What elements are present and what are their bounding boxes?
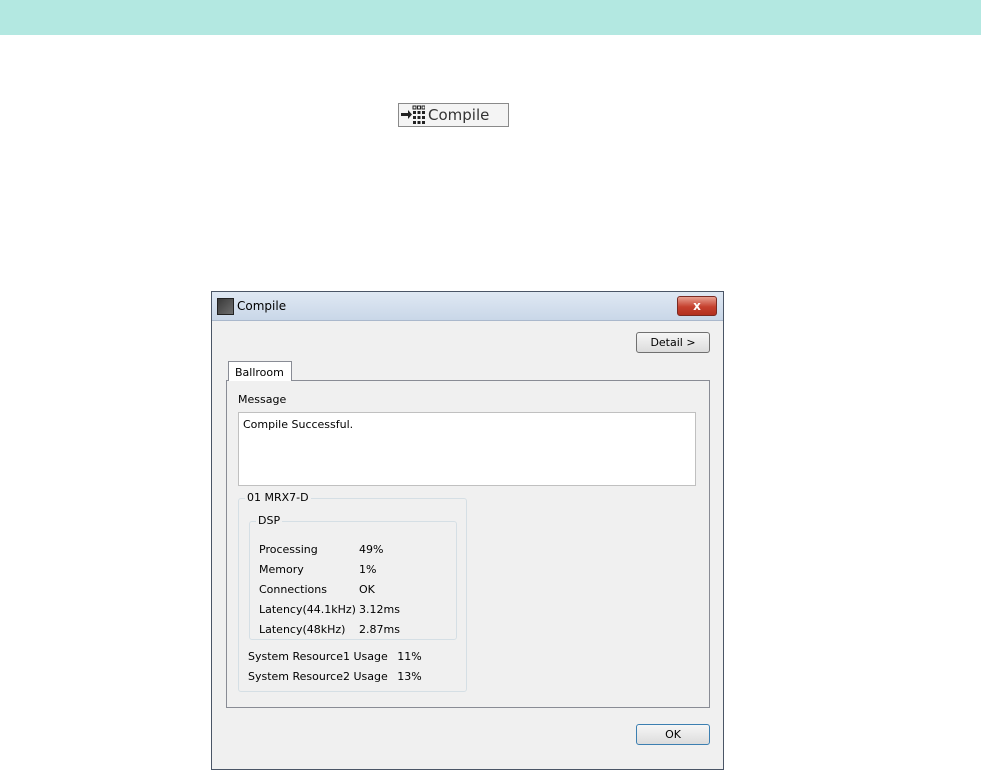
compile-toolbar-label: Compile [428, 106, 490, 124]
dsp-row-value: 1% [359, 563, 377, 576]
close-icon: x [693, 299, 701, 313]
tab-ballroom[interactable]: Ballroom [228, 361, 292, 381]
tab-ballroom-label: Ballroom [235, 366, 284, 379]
message-text: Compile Successful. [243, 418, 354, 431]
dsp-row-connections: Connections OK [259, 583, 375, 596]
dsp-row-value: OK [359, 583, 375, 596]
compile-grid-icon [401, 105, 425, 124]
system-resource-label: System Resource2 Usage [248, 670, 388, 683]
system-resource-label: System Resource1 Usage [248, 650, 388, 663]
dsp-row-value: 2.87ms [359, 623, 400, 636]
dsp-row-processing: Processing 49% [259, 543, 383, 556]
message-box[interactable]: Compile Successful. [238, 412, 696, 486]
detail-button[interactable]: Detail > [636, 332, 710, 353]
system-resource-row: System Resource2 Usage 13% [248, 670, 422, 683]
dsp-row-latency-44: Latency(44.1kHz) 3.12ms [259, 603, 400, 616]
tab-panel: Message Compile Successful. 01 MRX7-D DS… [226, 380, 710, 708]
dialog-title: Compile [237, 299, 287, 313]
compile-toolbar-button[interactable]: Compile [398, 103, 509, 127]
dsp-row-value: 3.12ms [359, 603, 400, 616]
dsp-group: DSP Processing 49% Memory 1% Connections… [249, 514, 457, 640]
dsp-row-label: Memory [259, 563, 304, 576]
dsp-row-label: Latency(44.1kHz) [259, 603, 356, 616]
device-group: 01 MRX7-D DSP Processing 49% Memory 1% C… [238, 491, 467, 692]
dsp-row-label: Latency(48kHz) [259, 623, 346, 636]
device-name: 01 MRX7-D [245, 491, 311, 504]
detail-button-label: Detail > [650, 336, 696, 349]
close-button[interactable]: x [677, 296, 717, 316]
dsp-row-memory: Memory 1% [259, 563, 376, 576]
dsp-label: DSP [256, 514, 283, 527]
ok-button[interactable]: OK [636, 724, 710, 745]
system-resource-row: System Resource1 Usage 11% [248, 650, 422, 663]
ok-button-label: OK [665, 728, 681, 741]
dsp-row-label: Connections [259, 583, 327, 596]
top-banner [0, 0, 981, 35]
dsp-row-label: Processing [259, 543, 318, 556]
system-resource-value: 11% [397, 650, 422, 663]
system-resource-value: 13% [397, 670, 422, 683]
compile-dialog: Compile x Detail > Ballroom Message Comp… [211, 291, 724, 770]
message-label: Message [238, 393, 287, 406]
dsp-row-value: 49% [359, 543, 384, 556]
dsp-row-latency-48: Latency(48kHz) 2.87ms [259, 623, 400, 636]
dialog-titlebar[interactable]: Compile x [212, 292, 723, 321]
app-icon [217, 298, 234, 315]
